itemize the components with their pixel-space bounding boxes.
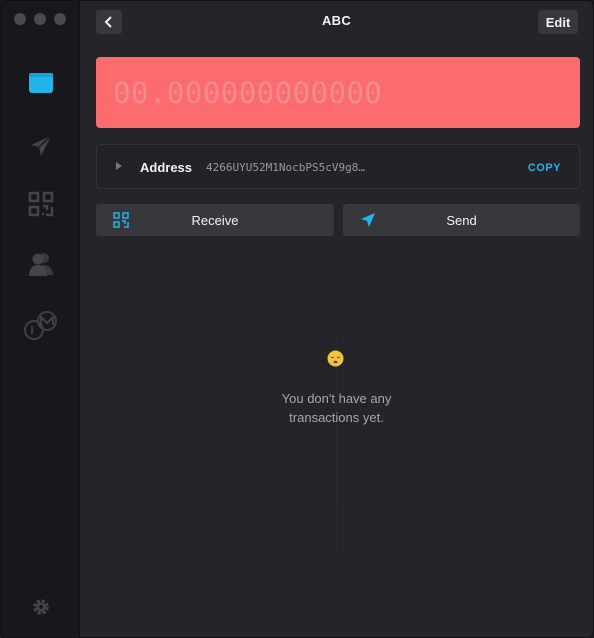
sleeping-face-emoji (327, 350, 344, 367)
sidebar (1, 1, 80, 637)
wallet-title: ABC (321, 13, 352, 28)
sidebar-item-receive[interactable] (23, 186, 59, 222)
contacts-icon (29, 253, 53, 276)
gear-icon (33, 599, 49, 615)
chevron-left-icon (104, 16, 112, 28)
empty-state-message: You don't have any transactions yet. (80, 389, 593, 427)
back-button[interactable] (96, 10, 122, 34)
send-label: Send (446, 213, 477, 228)
receive-label: Receive (191, 213, 239, 228)
sidebar-item-send[interactable] (23, 128, 59, 164)
window-controls (14, 13, 66, 25)
minimize-window-button[interactable] (34, 13, 46, 25)
empty-state-line: transactions yet. (289, 410, 384, 425)
send-plane-icon (31, 135, 52, 156)
balance-card: 00.000000000000 (96, 57, 580, 128)
copy-address-button[interactable]: COPY (528, 162, 561, 174)
wallet-icon (29, 73, 53, 93)
edit-button[interactable]: Edit (538, 10, 578, 34)
sidebar-item-contacts[interactable] (23, 246, 59, 282)
empty-state-line: You don't have any (281, 391, 392, 406)
send-button[interactable]: Send (343, 204, 580, 236)
address-value: 4266UYU52M1NocbPS5cV9g8… (206, 161, 365, 174)
header: ABC Edit (80, 1, 593, 45)
sidebar-item-monero[interactable] (23, 308, 59, 344)
close-window-button[interactable] (14, 13, 26, 25)
receive-button[interactable]: Receive (96, 204, 334, 236)
monero-coins-icon (24, 311, 57, 340)
balance-amount: 00.000000000000 (113, 76, 383, 110)
sidebar-item-wallet[interactable] (23, 65, 59, 101)
expand-caret-icon[interactable] (116, 162, 122, 170)
background-divider (336, 251, 337, 637)
address-label: Address (140, 160, 193, 175)
qr-code-icon (28, 191, 54, 217)
maximize-window-button[interactable] (54, 13, 66, 25)
address-row[interactable]: Address 4266UYU52M1NocbPS5cV9g8… COPY (96, 144, 580, 189)
app-window: ABC Edit 00.000000000000 Address 4266UYU… (0, 0, 594, 638)
sidebar-item-settings[interactable] (23, 589, 59, 625)
